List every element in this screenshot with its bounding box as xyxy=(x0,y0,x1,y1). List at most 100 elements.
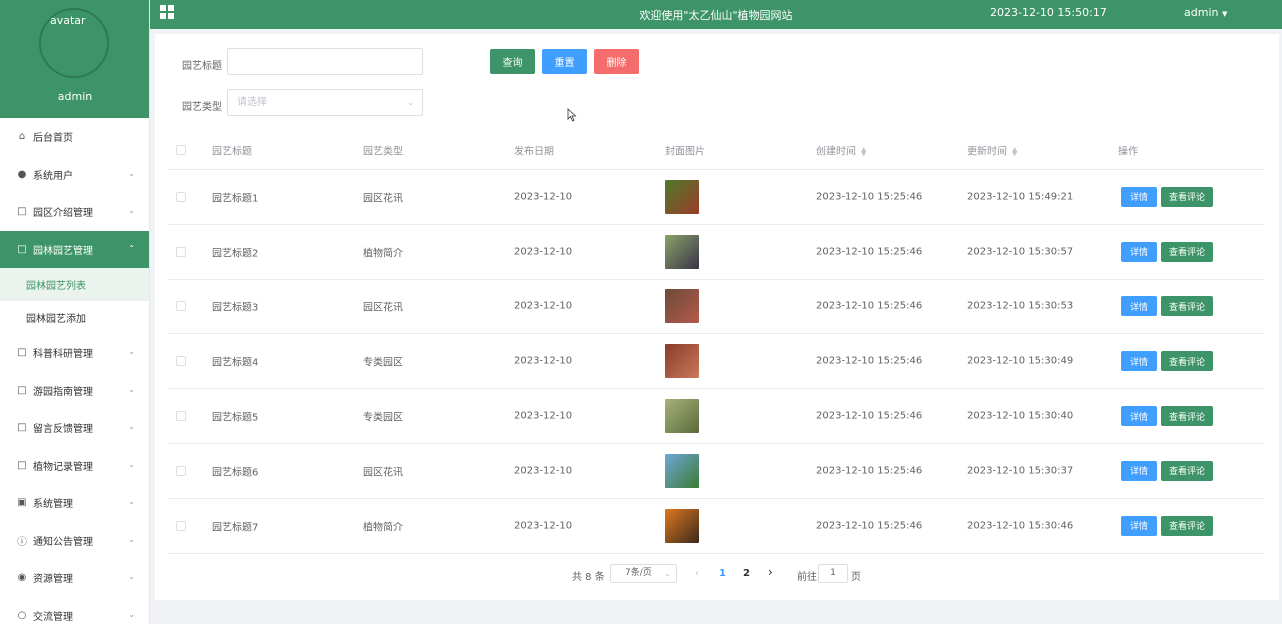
detail-button[interactable]: 详情 xyxy=(1121,241,1157,262)
chevron-down-icon: ⌄ xyxy=(128,422,135,431)
col-updated[interactable]: 更新时间 ▲ ▼ xyxy=(967,142,1017,158)
cell-type: 园区花讯 xyxy=(363,467,403,479)
sidebar-item-7[interactable]: □ 植物记录管理 ⌄ xyxy=(0,447,149,485)
chevron-down-icon: ⌄ xyxy=(128,609,135,619)
sidebar-item-0[interactable]: ⌂ 后台首页 xyxy=(0,118,149,156)
sidebar-item-10[interactable]: ◉ 资源管理 ⌄ xyxy=(0,559,149,597)
cover-thumbnail[interactable] xyxy=(665,344,699,379)
sidebar-item-8[interactable]: ▣ 系统管理 ⌄ xyxy=(0,484,149,522)
pagination: 共 8 条 7条/页 ⌄ ‹ 1 2 › 前往 1 页 xyxy=(155,564,1279,584)
page-title: 欢迎使用"太乙仙山"植物园网站 xyxy=(639,9,793,22)
location-icon: ◉ xyxy=(17,572,27,584)
sidebar-item-2[interactable]: □ 园区介绍管理 ⌄ xyxy=(0,193,149,231)
col-created[interactable]: 创建时间 ▲ ▼ xyxy=(816,142,866,158)
cover-thumbnail[interactable] xyxy=(665,508,699,543)
cover-thumbnail[interactable] xyxy=(665,234,699,269)
cell-title: 园艺标题3 xyxy=(212,302,259,314)
detail-button[interactable]: 详情 xyxy=(1121,351,1157,372)
sidebar-item-9[interactable]: ⓘ 通知公告管理 ⌄ xyxy=(0,522,149,560)
document-icon: □ xyxy=(17,243,27,255)
goto-suffix: 页 xyxy=(851,572,861,583)
cell-title: 园艺标题1 xyxy=(212,193,259,205)
cell-type: 专类园区 xyxy=(363,357,403,369)
user-dropdown[interactable]: admin ▼ xyxy=(1184,6,1227,19)
row-checkbox[interactable] xyxy=(176,191,186,202)
sidebar-subitem-1[interactable]: 园林园艺添加 xyxy=(0,301,149,334)
type-select[interactable]: 请选择 ⌄ xyxy=(227,89,423,116)
row-checkbox[interactable] xyxy=(176,411,186,422)
page-number-1[interactable]: 1 xyxy=(719,568,726,579)
page-size-value: 7条/页 xyxy=(625,568,652,578)
cell-created: 2023-12-10 15:25:46 xyxy=(816,355,923,367)
next-page-icon[interactable]: › xyxy=(768,565,773,579)
row-checkbox[interactable] xyxy=(176,301,186,312)
cover-thumbnail[interactable] xyxy=(665,289,699,324)
view-comments-button[interactable]: 查看评论 xyxy=(1161,406,1213,427)
row-checkbox[interactable] xyxy=(176,465,186,476)
col-created-label: 创建时间 xyxy=(816,146,856,157)
cell-date: 2023-12-10 xyxy=(514,191,573,203)
type-select-placeholder: 请选择 xyxy=(237,97,267,108)
cell-updated: 2023-12-10 15:30:46 xyxy=(967,520,1074,532)
sidebar-item-6[interactable]: □ 留言反馈管理 ⌄ xyxy=(0,409,149,447)
chevron-down-icon: ⌄ xyxy=(128,384,135,394)
row-checkbox[interactable] xyxy=(176,246,186,257)
page-size-select[interactable]: 7条/页 ⌄ xyxy=(610,564,677,583)
cover-thumbnail[interactable] xyxy=(665,179,699,214)
detail-button[interactable]: 详情 xyxy=(1121,186,1157,207)
reset-button[interactable]: 重置 xyxy=(542,49,587,74)
sidebar-item-1[interactable]: ● 系统用户 ⌄ xyxy=(0,156,149,194)
delete-button[interactable]: 删除 xyxy=(594,49,639,74)
sidebar-item-4[interactable]: □ 科普科研管理 ⌄ xyxy=(0,334,149,372)
detail-button[interactable]: 详情 xyxy=(1121,296,1157,317)
view-comments-button[interactable]: 查看评论 xyxy=(1161,515,1213,536)
sidebar-item-3[interactable]: □ 园林园艺管理 ⌃ xyxy=(0,230,149,268)
cell-created: 2023-12-10 15:25:46 xyxy=(816,465,923,477)
view-comments-button[interactable]: 查看评论 xyxy=(1161,241,1213,262)
view-comments-button[interactable]: 查看评论 xyxy=(1161,460,1213,481)
view-comments-button[interactable]: 查看评论 xyxy=(1161,296,1213,317)
cell-updated: 2023-12-10 15:30:57 xyxy=(967,246,1074,258)
view-comments-button[interactable]: 查看评论 xyxy=(1161,351,1213,372)
chevron-down-icon: ⌄ xyxy=(128,497,135,506)
cell-date: 2023-12-10 xyxy=(514,246,573,258)
page-number-2[interactable]: 2 xyxy=(743,568,750,579)
table-row: 园艺标题2 植物简介 2023-12-10 2023-12-10 15:25:46 20… xyxy=(168,225,1265,280)
chevron-down-icon: ▼ xyxy=(1221,10,1228,18)
row-checkbox[interactable] xyxy=(176,520,186,531)
cell-created: 2023-12-10 15:25:46 xyxy=(816,300,923,312)
cell-type: 植物简介 xyxy=(363,522,403,534)
prev-page-icon[interactable]: ‹ xyxy=(695,568,699,579)
cell-date: 2023-12-10 xyxy=(514,300,573,312)
sidebar-item-5[interactable]: □ 游园指南管理 ⌄ xyxy=(0,372,149,410)
cell-date: 2023-12-10 xyxy=(514,520,573,532)
detail-button[interactable]: 详情 xyxy=(1121,406,1157,427)
cell-created: 2023-12-10 15:25:46 xyxy=(816,520,923,532)
sidebar: avatar admin ⌂ 后台首页 ● 系统用户 ⌄ □ 园区介绍管理 ⌄ □ 园林园艺管理 ⌃… xyxy=(0,0,150,624)
table-row: 园艺标题3 园区花讯 2023-12-10 2023-12-10 15:25:46 20… xyxy=(168,280,1265,335)
view-comments-button[interactable]: 查看评论 xyxy=(1161,186,1213,207)
document-icon: □ xyxy=(17,422,27,434)
cell-updated: 2023-12-10 15:30:49 xyxy=(967,355,1074,367)
title-search-input[interactable] xyxy=(227,48,423,75)
chevron-down-icon: ⌄ xyxy=(407,98,414,107)
table-row: 园艺标题5 专类园区 2023-12-10 2023-12-10 15:25:46 20… xyxy=(168,389,1265,444)
cell-title: 园艺标题4 xyxy=(212,357,259,369)
cover-thumbnail[interactable] xyxy=(665,399,699,434)
sort-icon[interactable]: ▲ ▼ xyxy=(1012,146,1017,157)
table-row: 园艺标题1 园区花讯 2023-12-10 2023-12-10 15:25:46 20… xyxy=(168,170,1265,225)
cell-title: 园艺标题6 xyxy=(212,467,259,479)
query-button[interactable]: 查询 xyxy=(490,49,535,74)
select-all-checkbox[interactable] xyxy=(176,144,186,155)
document-icon: □ xyxy=(17,384,27,396)
detail-button[interactable]: 详情 xyxy=(1121,460,1157,481)
cell-created: 2023-12-10 15:25:46 xyxy=(816,191,923,203)
sidebar-item-11[interactable]: ○ 交流管理 ⌄ xyxy=(0,597,149,624)
row-checkbox[interactable] xyxy=(176,356,186,367)
cover-thumbnail[interactable] xyxy=(665,453,699,488)
sidebar-subitem-0[interactable]: 园林园艺列表 xyxy=(0,268,149,301)
detail-button[interactable]: 详情 xyxy=(1121,515,1157,536)
goto-page-input[interactable]: 1 xyxy=(818,564,848,583)
garden-table: 园艺标题 园艺类型 发布日期 封面图片 创建时间 ▲ ▼ 更新时间 ▲ ▼ 操作 园艺标… xyxy=(168,130,1265,554)
sort-icon[interactable]: ▲ ▼ xyxy=(861,146,866,157)
